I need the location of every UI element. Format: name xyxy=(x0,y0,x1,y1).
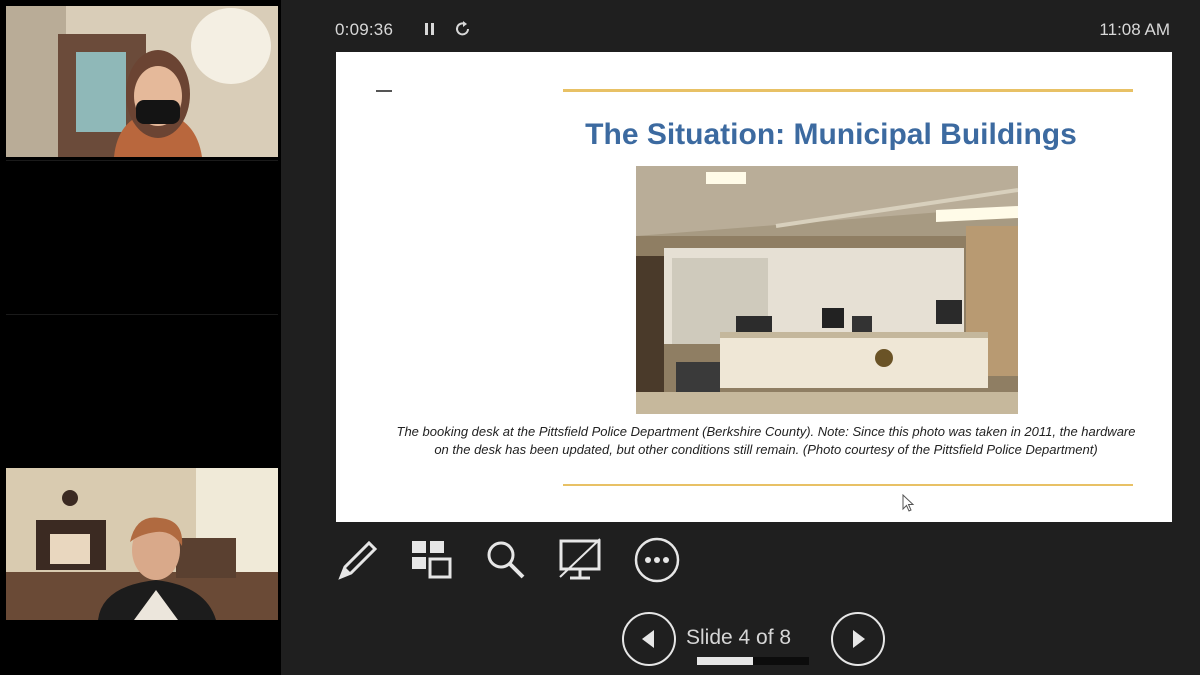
zoom-icon xyxy=(487,541,525,579)
arrow-right-icon xyxy=(853,630,865,648)
slide-caption: The booking desk at the Pittsfield Polic… xyxy=(396,424,1136,457)
participant-strip xyxy=(0,0,281,675)
see-all-slides-button[interactable] xyxy=(406,535,456,585)
slide-counter: Slide 4 of 8 xyxy=(686,626,792,649)
restart-icon xyxy=(456,21,469,36)
previous-slide-button[interactable] xyxy=(622,612,676,666)
black-screen-icon xyxy=(559,538,601,580)
participant-video-1 xyxy=(6,6,278,157)
participant-tile-3[interactable] xyxy=(6,314,278,466)
participant-tile-1[interactable] xyxy=(6,6,278,157)
pen-tool-icon xyxy=(338,540,378,580)
slide-progress-fill xyxy=(697,657,753,665)
slide-photo xyxy=(636,166,1018,414)
slide-dash xyxy=(376,90,392,92)
pause-icon xyxy=(425,23,434,35)
arrow-left-icon xyxy=(642,630,654,648)
zoom-button[interactable] xyxy=(481,535,531,585)
elapsed-timer: 0:09:36 xyxy=(335,20,394,39)
current-time: 11:08 AM xyxy=(1099,20,1170,39)
presenter-tools xyxy=(281,535,1200,591)
more-options-icon xyxy=(634,537,680,583)
slide-top-rule xyxy=(563,89,1133,92)
slide-title: The Situation: Municipal Buildings xyxy=(585,118,1077,151)
pen-tool-button[interactable] xyxy=(333,535,383,585)
participant-tile-2[interactable] xyxy=(6,160,278,312)
presenter-top-bar: 0:09:36 11:08 AM xyxy=(281,0,1200,52)
next-slide-button[interactable] xyxy=(831,612,885,666)
presenter-view: 0:09:36 11:08 AM The Situation: Municipa… xyxy=(281,0,1200,675)
mouse-pointer-icon xyxy=(902,494,915,512)
see-all-slides-icon xyxy=(412,541,452,579)
participant-tile-4[interactable] xyxy=(6,468,278,620)
slide-navigation: Slide 4 of 8 xyxy=(281,610,1200,670)
more-options-button[interactable] xyxy=(632,535,682,585)
restart-timer-button[interactable] xyxy=(453,18,473,40)
current-slide[interactable]: The Situation: Municipal Buildings The b… xyxy=(336,52,1172,522)
black-screen-button[interactable] xyxy=(556,535,606,585)
participant-video-4 xyxy=(6,468,278,620)
slide-progress-bar xyxy=(697,657,809,665)
slide-bottom-rule xyxy=(563,484,1133,486)
pause-timer-button[interactable] xyxy=(421,18,439,40)
